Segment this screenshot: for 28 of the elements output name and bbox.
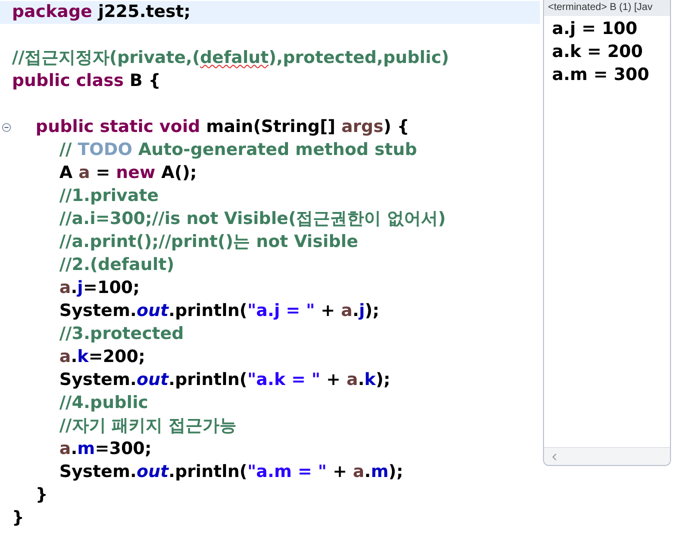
console-output-line: a.k = 200 bbox=[552, 41, 644, 64]
code-line: //접근지정자(private,(defalut),protected,public) bbox=[12, 47, 450, 70]
collapse-icon[interactable] bbox=[2, 123, 10, 132]
console-output-line: a.j = 100 bbox=[552, 18, 638, 41]
code-line: System.out.println("a.k = " + a.k); bbox=[58, 369, 390, 392]
code-line: } bbox=[34, 484, 48, 507]
code-line: //2.(default) bbox=[58, 254, 174, 277]
code-line: package j225.test; bbox=[12, 1, 191, 24]
horizontal-scrollbar[interactable] bbox=[544, 447, 670, 465]
scroll-left-icon[interactable] bbox=[552, 452, 558, 460]
code-line: a.k=200; bbox=[58, 346, 146, 369]
code-line: a.j=100; bbox=[58, 277, 140, 300]
code-line: public class B { bbox=[12, 70, 161, 93]
code-line: System.out.println("a.m = " + a.m); bbox=[58, 461, 404, 484]
code-line: A a = new A(); bbox=[58, 162, 197, 185]
code-line: //자기 패키지 접근가능 bbox=[58, 415, 237, 438]
code-line: //1.private bbox=[58, 185, 159, 208]
console-title: <terminated> B (1) [Jav bbox=[544, 0, 670, 16]
code-line: //a.i=300;//is not Visible(접근권한이 없어서) bbox=[58, 208, 446, 231]
code-line: //a.print();//print()는 not Visible bbox=[58, 231, 358, 254]
code-line: a.m=300; bbox=[58, 438, 152, 461]
console-output-line: a.m = 300 bbox=[552, 64, 650, 87]
code-line: //3.protected bbox=[58, 323, 184, 346]
code-line: System.out.println("a.j = " + a.j); bbox=[58, 300, 380, 323]
code-line: // TODO Auto-generated method stub bbox=[58, 139, 418, 162]
code-line: //4.public bbox=[58, 392, 148, 415]
code-line: } bbox=[12, 507, 24, 530]
code-line: public static void main(String[] args) { bbox=[34, 116, 410, 139]
